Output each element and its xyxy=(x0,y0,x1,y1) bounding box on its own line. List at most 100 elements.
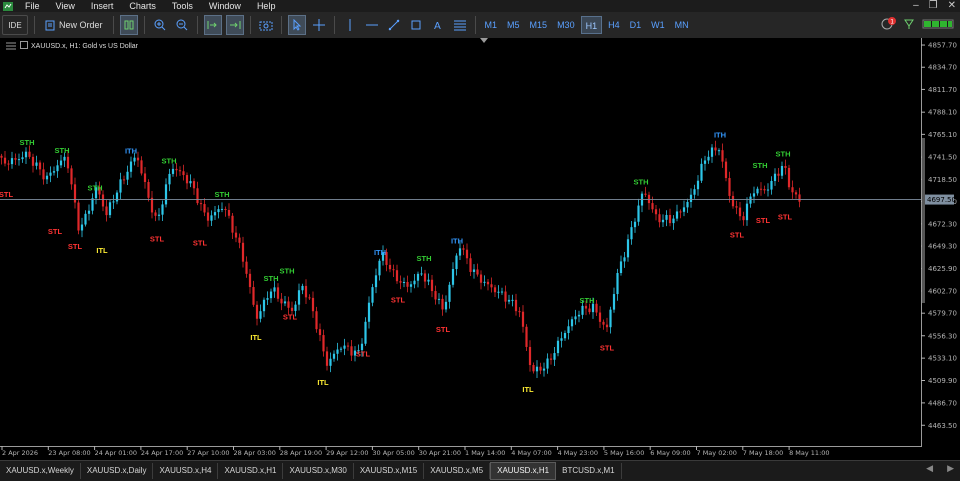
bear-candle xyxy=(143,173,147,183)
bear-candle xyxy=(38,162,42,170)
timeframe-h4[interactable]: H4 xyxy=(604,16,624,34)
bear-candle xyxy=(101,194,105,207)
bull-candle xyxy=(773,173,777,181)
price-chart[interactable]: STHSTHSTHITHSTHSTHSTHSTHITHSTHITHSTHSTHI… xyxy=(0,38,960,460)
timeframe-m30[interactable]: M30 xyxy=(553,16,579,34)
swing-label-stl: STL xyxy=(600,344,615,353)
vertical-line-button[interactable] xyxy=(341,15,359,35)
restore-icon[interactable]: ❐ xyxy=(929,0,938,12)
algo-trading-button[interactable] xyxy=(119,15,138,35)
time-tick-label: 2 Apr 2026 xyxy=(2,449,38,457)
bear-candle xyxy=(136,157,140,161)
tab-xauusd-daily[interactable]: XAUUSD.x,Daily xyxy=(81,463,154,479)
time-tick-label: 8 May 11:00 xyxy=(789,449,829,457)
bear-candle xyxy=(392,269,395,271)
bull-candle xyxy=(87,210,91,214)
bull-candle xyxy=(112,201,115,203)
timeframe-mn[interactable]: MN xyxy=(671,16,693,34)
tab-xauusd-h1[interactable]: XAUUSD.x,H1 xyxy=(218,463,284,479)
chart-shift-button[interactable] xyxy=(203,15,222,35)
fibonacci-button[interactable] xyxy=(451,15,469,35)
new-order-button[interactable]: New Order xyxy=(41,15,107,35)
rectangle-icon xyxy=(411,20,421,30)
zoom-out-icon xyxy=(176,19,187,31)
menu-insert[interactable]: Insert xyxy=(83,0,122,12)
menu-help[interactable]: Help xyxy=(249,0,284,12)
bear-candle xyxy=(315,311,318,330)
menu-view[interactable]: View xyxy=(48,0,83,12)
zoom-in-button[interactable] xyxy=(151,15,169,35)
trendline-icon xyxy=(388,19,399,31)
chart-menu-icon[interactable] xyxy=(5,41,17,51)
shapes-button[interactable] xyxy=(407,15,425,35)
bull-candle xyxy=(262,299,266,312)
bull-candle xyxy=(448,284,451,302)
screenshot-button[interactable] xyxy=(257,15,275,35)
swing-label-stl: STL xyxy=(730,231,745,240)
swing-label-sth: STH xyxy=(215,190,230,199)
tab-xauusd-m5[interactable]: XAUUSD.x,M5 xyxy=(424,463,491,479)
zoom-out-button[interactable] xyxy=(173,15,191,35)
bear-candle xyxy=(462,248,465,250)
menu-charts[interactable]: Charts xyxy=(121,0,164,12)
bear-candle xyxy=(308,297,311,299)
bear-candle xyxy=(787,167,791,188)
bull-candle xyxy=(161,204,164,215)
timeframe-d1[interactable]: D1 xyxy=(626,16,646,34)
bear-candle xyxy=(584,305,588,309)
crosshair-button[interactable] xyxy=(310,15,328,35)
menu-file[interactable]: File xyxy=(17,0,48,12)
bull-candle xyxy=(427,279,430,282)
bear-candle xyxy=(322,335,325,352)
timeframe-m5[interactable]: M5 xyxy=(503,16,524,34)
minimize-icon[interactable]: – xyxy=(913,0,919,12)
timeframe-m15[interactable]: M15 xyxy=(526,16,552,34)
cursor-button[interactable] xyxy=(287,15,306,35)
time-tick-label: 4 May 07:00 xyxy=(511,449,551,457)
ide-button[interactable]: IDE xyxy=(2,15,28,35)
bull-candle xyxy=(133,157,136,162)
close-icon[interactable]: ✕ xyxy=(948,0,956,12)
menu-window[interactable]: Window xyxy=(201,0,249,12)
horizontal-line-button[interactable] xyxy=(363,15,381,35)
menu-tools[interactable]: Tools xyxy=(164,0,201,12)
bear-candle xyxy=(549,358,553,360)
bull-candle xyxy=(637,205,640,222)
tab-scroll-left-icon[interactable]: ◀ xyxy=(926,463,933,474)
tab-xauusd-m30[interactable]: XAUUSD.x,M30 xyxy=(283,463,354,479)
bull-candle xyxy=(56,165,59,172)
bull-candle xyxy=(633,221,637,228)
bull-candle xyxy=(217,209,220,213)
swing-label-sth: STH xyxy=(20,138,35,147)
signal-icon xyxy=(904,19,914,29)
timeframe-w1[interactable]: W1 xyxy=(647,16,669,34)
timeline-scrollbar[interactable] xyxy=(922,138,925,303)
chart-shift-icon xyxy=(207,21,217,29)
auto-scroll-button[interactable] xyxy=(225,15,244,35)
text-button[interactable]: A xyxy=(429,15,447,35)
notification-icon[interactable]: 1 xyxy=(880,17,896,31)
bear-candle xyxy=(728,178,731,196)
bear-candle xyxy=(777,173,780,176)
bull-candle xyxy=(189,181,192,184)
bull-candle xyxy=(745,203,749,221)
trendline-button[interactable] xyxy=(385,15,403,35)
tab-xauusd-h1-active[interactable]: XAUUSD.x,H1 xyxy=(490,462,557,480)
bull-candle xyxy=(367,302,371,322)
connection-status-icon[interactable] xyxy=(922,18,956,30)
bull-candle xyxy=(612,294,616,310)
toolbar-separator xyxy=(249,16,251,34)
tab-xauusd-h4[interactable]: XAUUSD.x,H4 xyxy=(153,463,219,479)
bull-candle xyxy=(672,218,675,224)
tab-btcusd-m1[interactable]: BTCUSD.x,M1 xyxy=(556,463,622,479)
tab-xauusd-m15[interactable]: XAUUSD.x,M15 xyxy=(354,463,425,479)
swing-label-ith: ITH xyxy=(125,147,137,156)
bull-candle xyxy=(665,214,668,220)
tab-xauusd-weekly[interactable]: XAUUSD.x,Weekly xyxy=(0,463,81,479)
chart-window[interactable]: STH STH STH ITH STH STH STH STH ITH STH ITH STH STH I… xyxy=(0,38,960,460)
timeframe-m1[interactable]: M1 xyxy=(481,16,502,34)
tab-scroll-right-icon[interactable]: ▶ xyxy=(947,463,954,474)
bull-candle xyxy=(752,193,756,197)
bull-candle xyxy=(623,257,626,262)
timeframe-h1[interactable]: H1 xyxy=(580,16,603,34)
